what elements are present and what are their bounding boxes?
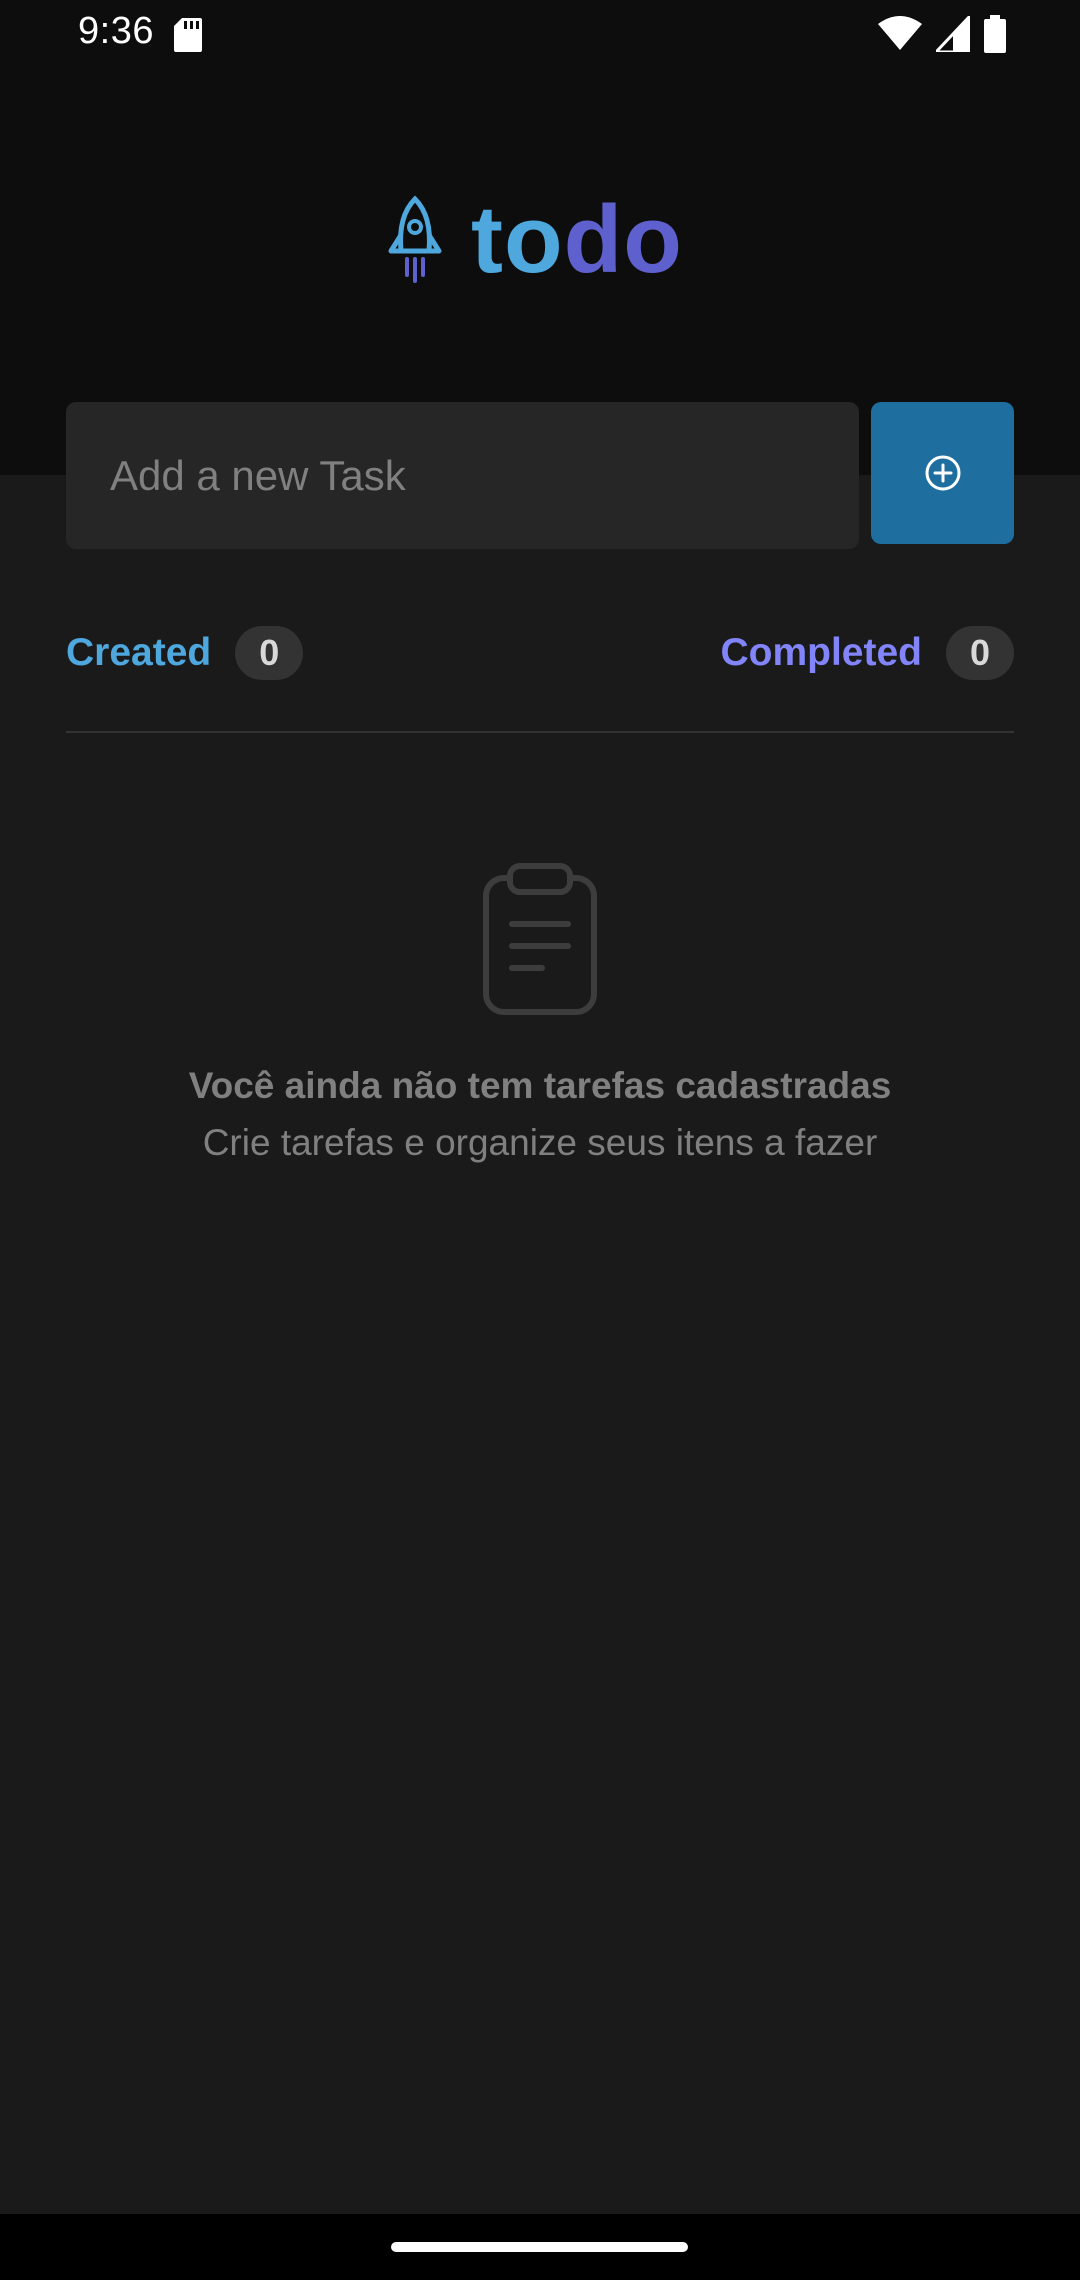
empty-state-title: Você ainda não tem tarefas cadastradas: [188, 1065, 892, 1106]
status-icons: [878, 14, 1006, 54]
rocket-icon: [388, 195, 442, 283]
plus-circle-icon: [925, 455, 960, 491]
cell-signal-icon: [936, 16, 970, 52]
created-count-badge: 0: [235, 626, 304, 680]
empty-state-subtitle: Crie tarefas e organize seus itens a faz…: [202, 1122, 878, 1163]
status-bar: 9:36: [0, 0, 1080, 70]
home-indicator[interactable]: [391, 2242, 688, 2252]
app-logo: todo: [385, 190, 683, 290]
created-label: Created: [66, 631, 212, 674]
logo-wordmark: todo: [471, 192, 683, 288]
sd-card-icon: [174, 18, 202, 52]
logo-text-to: to: [471, 186, 564, 293]
add-task-button[interactable]: [871, 402, 1014, 544]
completed-counter: Completed 0: [720, 624, 1014, 682]
completed-label: Completed: [720, 631, 922, 674]
todo-screen: 9:36 todo Add a new Task Created 0 Compl…: [0, 0, 1080, 2280]
completed-count-badge: 0: [946, 626, 1014, 680]
logo-text-do: do: [563, 186, 683, 293]
list-divider: [66, 731, 1014, 733]
wifi-icon: [878, 16, 922, 50]
clipboard-icon: [483, 863, 597, 1015]
new-task-input[interactable]: [66, 402, 859, 549]
status-time: 9:36: [78, 10, 154, 52]
created-counter: Created 0: [66, 624, 304, 682]
battery-icon: [984, 15, 1006, 53]
